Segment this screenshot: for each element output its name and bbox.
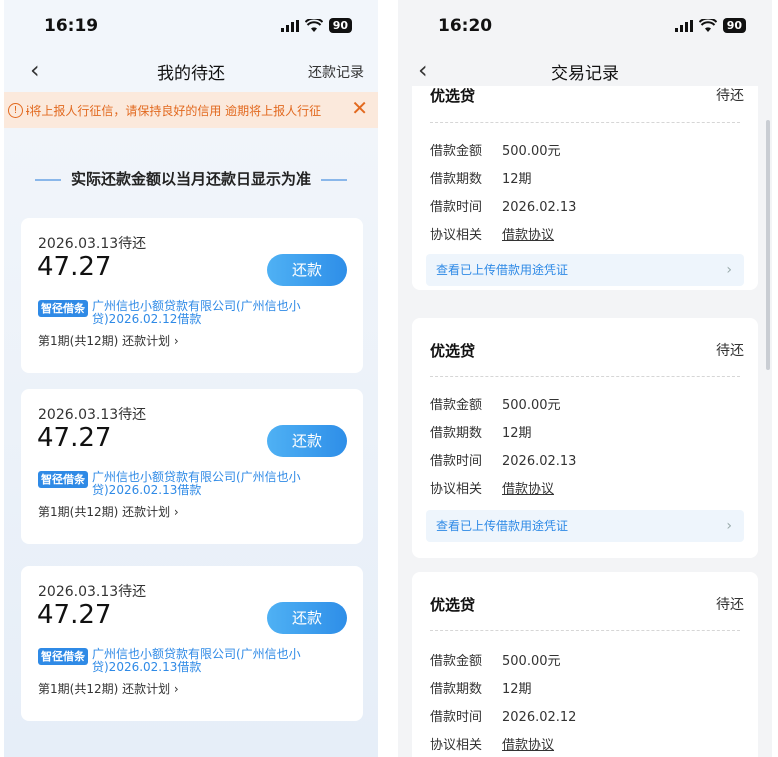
lender-text: 广州信也小额贷款有限公司(广州信也小贷)2026.02.12借款	[92, 299, 301, 326]
record-divider	[430, 376, 740, 377]
lender-text: 广州信也小额贷款有限公司(广州信也小贷)2026.02.13借款	[92, 470, 301, 497]
record-status: 待还	[716, 597, 744, 613]
chevron-right-icon: ›	[726, 518, 732, 534]
battery-icon: 90	[722, 18, 746, 33]
lender-info: 智径借条 广州信也小额贷款有限公司(广州信也小贷)2026.02.13借款	[38, 471, 312, 497]
repay-button[interactable]: 还款	[267, 425, 347, 457]
record-card[interactable]: 优选贷 待还 借款金额 500.00元 借款期数 12期 借款时间 2026.02.1…	[412, 572, 758, 757]
record-card[interactable]: 优选贷 待还 借款金额 500.00元 借款期数 12期 借款时间 2026.02.1…	[412, 318, 758, 558]
product-tag: 智径借条	[38, 648, 88, 665]
loan-agreement-link[interactable]: 借款协议	[502, 482, 554, 497]
due-date: 2026.03.13待还	[38, 236, 147, 252]
screen-divider	[378, 0, 398, 757]
repayment-plan-link[interactable]: 第1期(共12期) 还款计划 ›	[38, 332, 179, 349]
status-icons: 90	[280, 18, 352, 33]
due-amount: 47.27	[37, 600, 112, 630]
record-status: 待还	[716, 343, 744, 359]
loan-card: 2026.03.13待还 47.27 还款 智径借条 广州信也小额贷款有限公司(…	[21, 218, 363, 373]
record-title: 优选贷	[430, 87, 476, 105]
right-screen: 16:20 90 优选贷 待还 借款金额500.00元 借款期数12期 借款时间…	[398, 0, 772, 757]
repay-button[interactable]: 还款	[267, 254, 347, 286]
due-date: 2026.03.13待还	[38, 584, 147, 600]
signal-icon	[280, 19, 299, 32]
status-time: 16:20	[438, 16, 493, 36]
nav-bar: ‹ 交易记录	[398, 52, 772, 86]
battery-icon: 90	[328, 18, 352, 33]
record-row: 借款金额 500.00元	[430, 398, 561, 413]
record-status: 待还	[716, 88, 744, 104]
view-voucher-link[interactable]: 查看已上传借款用途凭证 ›	[426, 510, 744, 542]
chevron-right-icon: ›	[726, 262, 732, 278]
signal-icon	[674, 19, 693, 32]
product-tag: 智径借条	[38, 300, 88, 317]
repayment-plan-link[interactable]: 第1期(共12期) 还款计划 ›	[38, 503, 179, 520]
record-title: 优选贷	[430, 342, 476, 360]
record-divider	[430, 630, 740, 631]
record-row: 借款金额 500.00元	[430, 654, 561, 669]
due-amount: 47.27	[37, 423, 112, 453]
record-row: 借款时间 2026.02.13	[430, 200, 577, 215]
loan-card: 2026.03.13待还 47.27 还款 智径借条 广州信也小额贷款有限公司(…	[21, 389, 363, 544]
record-row: 协议相关 借款协议	[430, 738, 555, 753]
close-icon[interactable]: ✕	[351, 98, 368, 118]
record-row: 协议相关 借款协议	[430, 228, 555, 243]
nav-bar: ‹ 我的待还 还款记录	[4, 52, 378, 92]
scrollbar[interactable]	[766, 120, 770, 370]
record-row: 借款金额 500.00元	[430, 144, 561, 159]
lender-info: 智径借条 广州信也小额贷款有限公司(广州信也小贷)2026.02.13借款	[38, 648, 312, 674]
repayment-heading: 实际还款金额以当月还款日显示为准	[4, 168, 378, 189]
repay-button[interactable]: 还款	[267, 602, 347, 634]
notice-text: ɨ将上报人行征信，请保持良好的信用 逾期将上报人行征	[26, 103, 322, 118]
lender-text: 广州信也小额贷款有限公司(广州信也小贷)2026.02.13借款	[92, 647, 301, 674]
record-row: 协议相关 借款协议	[430, 482, 555, 497]
record-row: 借款时间 2026.02.13	[430, 454, 577, 469]
due-amount: 47.27	[37, 252, 112, 282]
product-tag: 智径借条	[38, 471, 88, 488]
record-divider	[430, 122, 740, 123]
status-bar-cover: 16:20 90	[398, 0, 772, 52]
status-bar: 16:19 90	[4, 0, 378, 52]
heading-dash-right	[321, 178, 347, 181]
wifi-icon	[698, 18, 717, 32]
record-title: 优选贷	[430, 596, 476, 614]
credit-notice-banner: ! ɨ将上报人行征信，请保持良好的信用 逾期将上报人行征 ✕	[4, 92, 378, 128]
heading-dash-left	[34, 178, 61, 181]
heading-text: 实际还款金额以当月还款日显示为准	[70, 170, 311, 188]
wifi-icon	[304, 18, 323, 32]
record-row: 借款期数 12期	[430, 426, 532, 441]
warning-icon: !	[8, 102, 23, 118]
status-time: 16:19	[44, 16, 99, 36]
due-date: 2026.03.13待还	[38, 407, 147, 423]
status-icons: 90	[674, 18, 746, 33]
lender-info: 智径借条 广州信也小额贷款有限公司(广州信也小贷)2026.02.12借款	[38, 300, 312, 326]
left-screen: 16:19 90 ‹ 我的待还 还款记录 ! ɨ将上报人行征信，请保持良好的信用…	[4, 0, 378, 757]
page-title: 交易记录	[551, 64, 619, 84]
record-row: 借款期数 12期	[430, 172, 532, 187]
record-row: 借款时间 2026.02.12	[430, 710, 577, 725]
repayment-plan-link[interactable]: 第1期(共12期) 还款计划 ›	[38, 680, 179, 697]
loan-card: 2026.03.13待还 47.27 还款 智径借条 广州信也小额贷款有限公司(…	[21, 566, 363, 721]
loan-agreement-link[interactable]: 借款协议	[502, 228, 554, 243]
repayment-records-link[interactable]: 还款记录	[308, 62, 364, 82]
view-voucher-link[interactable]: 查看已上传借款用途凭证 ›	[426, 254, 744, 286]
loan-agreement-link[interactable]: 借款协议	[502, 738, 554, 753]
record-card-partial: 优选贷 待还 借款金额 500.00元 借款期数 12期 借款时间 2026.02.1…	[412, 60, 758, 290]
record-row: 借款期数 12期	[430, 682, 532, 697]
